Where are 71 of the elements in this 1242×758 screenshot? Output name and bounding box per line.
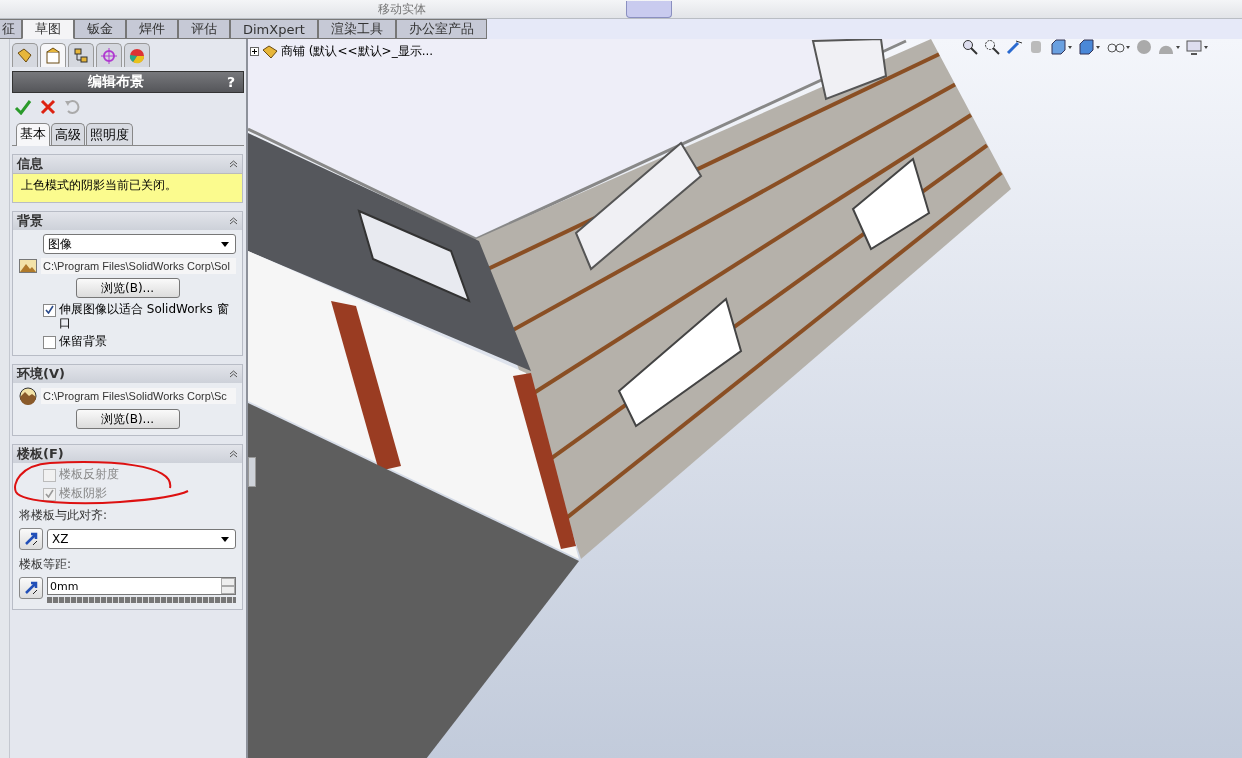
direction-arrow-button[interactable] — [19, 577, 43, 599]
manager-tab[interactable] — [12, 43, 38, 67]
background-dropdown[interactable]: 图像 — [43, 234, 236, 254]
caret-icon — [221, 536, 229, 542]
align-label: 将楼板与此对齐: — [19, 507, 109, 524]
checkbox[interactable] — [43, 304, 56, 317]
manager-tab[interactable] — [96, 43, 122, 67]
offset-spin-field[interactable]: 0mm — [47, 577, 236, 595]
section-title: 环境(V) — [17, 365, 66, 383]
environment-path-field[interactable]: C:\Program Files\SolidWorks Corp\Sc — [41, 388, 236, 404]
info-message: 上色模式的阴影当前已关闭。 — [13, 173, 242, 202]
browse-button[interactable]: 浏览(B)... — [75, 409, 180, 429]
panel-tab[interactable]: 基本 — [16, 123, 50, 146]
image-path-field[interactable]: C:\Program Files\SolidWorks Corp\Sol — [41, 258, 236, 274]
expand-icon[interactable] — [250, 47, 259, 56]
toolbar-button[interactable] — [626, 0, 672, 18]
manager-tab[interactable] — [68, 43, 94, 67]
cube-display-icon[interactable] — [1078, 39, 1100, 55]
collapse-icon[interactable] — [229, 160, 238, 168]
checkbox-label: 楼板反射度 — [59, 467, 119, 481]
help-button[interactable]: ? — [218, 74, 243, 90]
arrow-icon — [23, 580, 39, 596]
offset-label: 楼板等距: — [19, 556, 73, 573]
zoom-area-icon[interactable] — [984, 39, 1000, 55]
browse-button[interactable]: 浏览(B)... — [75, 278, 180, 298]
checkbox-label: 楼板阴影 — [59, 486, 107, 500]
collapse-icon[interactable] — [229, 370, 238, 378]
part-icon — [262, 44, 278, 59]
collapse-icon[interactable] — [229, 450, 238, 458]
feature-tab-icon — [16, 46, 34, 65]
offset-slider-track[interactable] — [47, 597, 236, 603]
config-tab-icon — [72, 46, 90, 65]
command-tab[interactable]: 渲染工具 — [317, 19, 396, 39]
sphere-landscape-icon — [19, 387, 37, 405]
property-tab-icon — [44, 46, 62, 65]
section-title: 信息 — [17, 155, 44, 173]
collapse-icon[interactable] — [229, 217, 238, 225]
panel-collapse-handle[interactable] — [248, 457, 256, 487]
monitor-icon[interactable] — [1186, 39, 1208, 55]
display-tab-icon — [128, 46, 146, 65]
section-title: 楼板(F) — [17, 445, 65, 463]
align-dropdown[interactable]: XZ — [47, 529, 236, 549]
landscape-image-icon — [19, 259, 37, 273]
appearance-sphere-icon[interactable] — [1136, 39, 1152, 55]
view-orientation-icon[interactable] — [1050, 39, 1072, 55]
checkbox-label: 伸展图像以适合 SolidWorks 窗口 — [59, 302, 230, 330]
checkbox[interactable] — [43, 336, 56, 349]
command-tab[interactable]: DimXpert — [230, 19, 318, 39]
panel-tab[interactable]: 照明度 — [86, 123, 133, 145]
command-tab[interactable]: 评估 — [178, 19, 230, 39]
direction-arrow-button[interactable] — [19, 528, 43, 550]
command-tab[interactable]: 办公室产品 — [395, 19, 487, 39]
panel-tab[interactable]: 高级 — [51, 123, 85, 145]
command-tab[interactable]: 草图 — [22, 19, 74, 39]
arrow-icon — [23, 531, 39, 547]
tree-item[interactable]: 商铺 (默认<<默认>_显示... — [281, 43, 434, 60]
section-title: 背景 — [17, 212, 44, 230]
checkbox-label: 保留背景 — [59, 334, 107, 348]
dim-tab-icon — [100, 46, 118, 65]
manager-tab[interactable] — [40, 43, 66, 67]
3d-viewport[interactable]: 商铺 (默认<<默认>_显示... — [248, 39, 1242, 758]
command-tab[interactable]: 征 — [0, 19, 22, 39]
manager-tab[interactable] — [124, 43, 150, 67]
move-body-button[interactable]: 移动实体 — [378, 2, 426, 16]
zoom-icon[interactable] — [962, 39, 978, 55]
caret-icon — [221, 241, 229, 247]
command-tab[interactable]: 钣金 — [74, 19, 126, 39]
ok-check-icon[interactable] — [14, 99, 32, 115]
cancel-x-icon[interactable] — [40, 99, 56, 115]
command-tab[interactable]: 焊件 — [126, 19, 178, 39]
panel-title: 编辑布景 — [86, 73, 145, 91]
